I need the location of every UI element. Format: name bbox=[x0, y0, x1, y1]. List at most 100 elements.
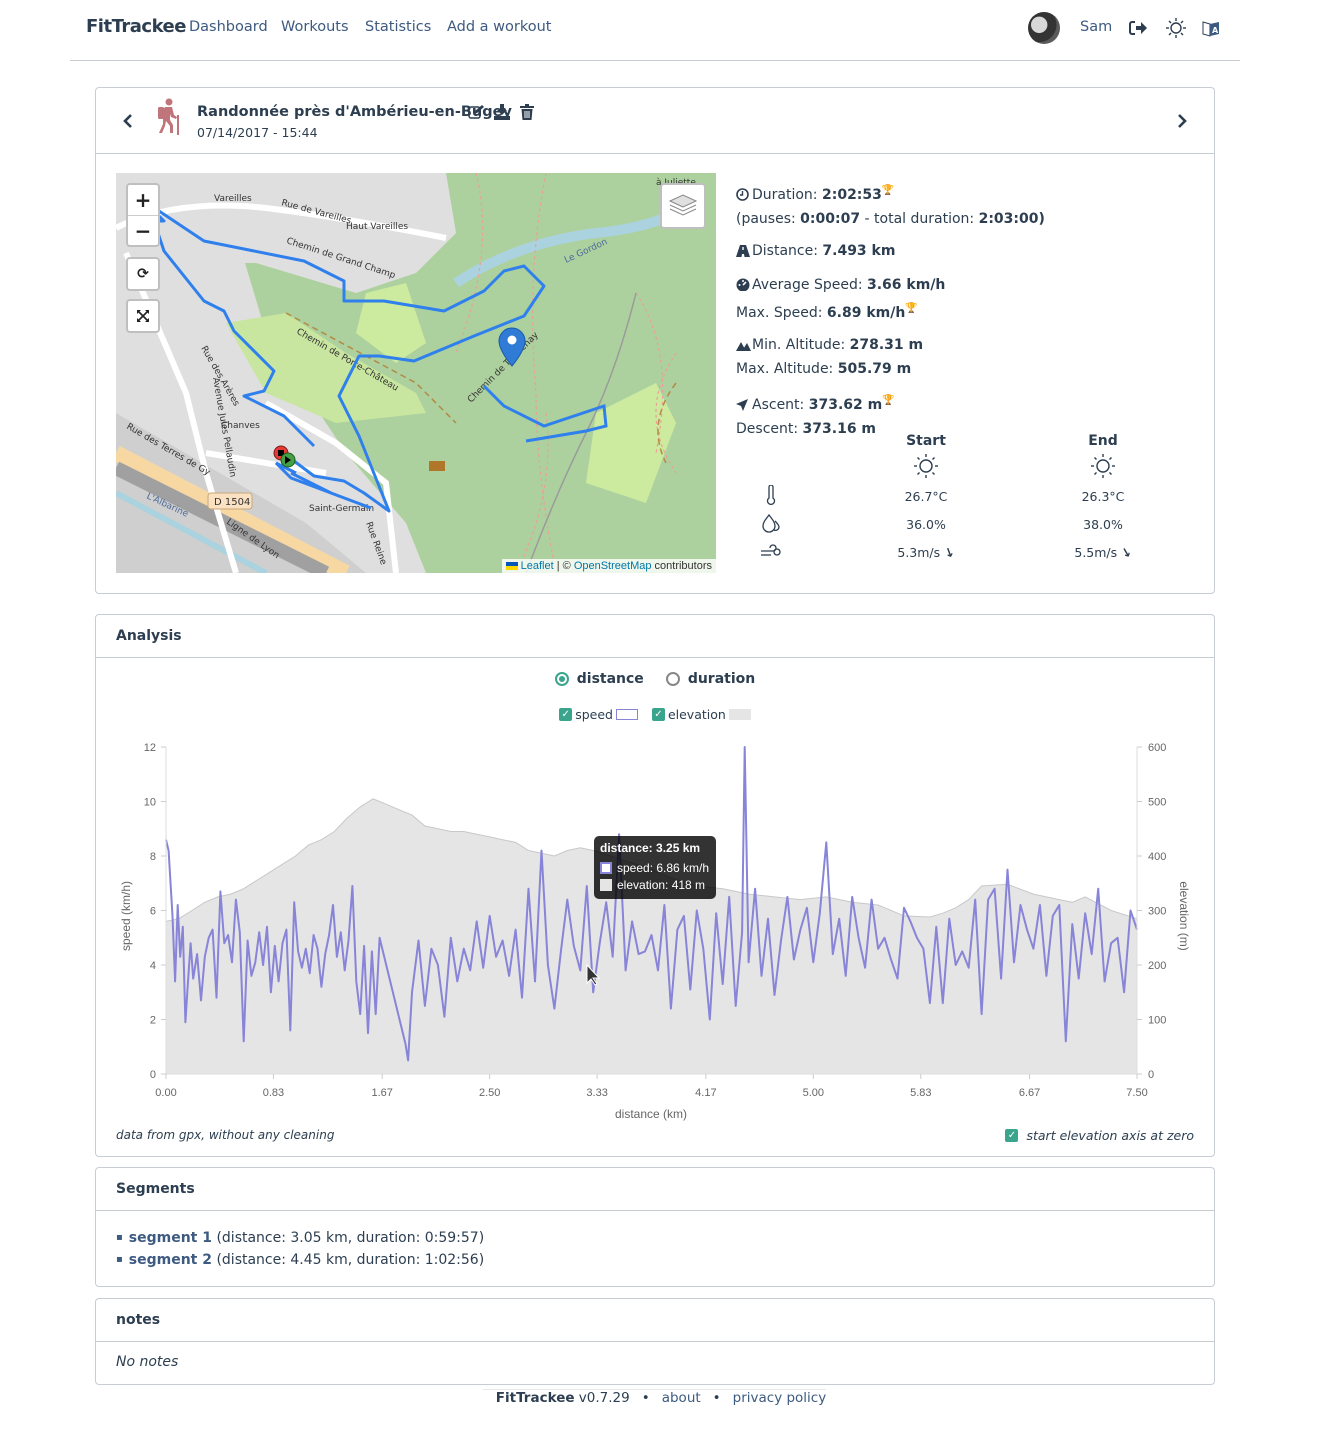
workout-title: Randonnée près d'Ambérieu-en-Bugey bbox=[197, 104, 512, 120]
footer-version: v0.7.29 bbox=[574, 1390, 630, 1406]
svg-text:D 1504: D 1504 bbox=[214, 497, 250, 508]
x-tick-label: 6.67 bbox=[1019, 1087, 1040, 1099]
fullscreen-icon[interactable] bbox=[128, 301, 158, 331]
wind-direction-icon: ↓ bbox=[1118, 543, 1135, 562]
radio-distance-label[interactable]: distance bbox=[577, 671, 644, 687]
nav-link-statistics[interactable]: Statistics bbox=[365, 19, 431, 35]
delete-icon[interactable] bbox=[520, 104, 538, 120]
ascent-label: Ascent: bbox=[752, 397, 809, 413]
y-tick-label: 4 bbox=[150, 960, 156, 972]
nav-link-dashboard[interactable]: Dashboard bbox=[189, 19, 268, 35]
map-attribution: Leaflet | © OpenStreetMap contributors bbox=[501, 559, 716, 573]
radio-duration[interactable]: duration bbox=[665, 671, 755, 687]
zoom-out-button[interactable]: − bbox=[128, 215, 158, 245]
tooltip-title: distance: 3.25 km bbox=[600, 841, 701, 855]
checkbox-checked-icon[interactable]: ✓ bbox=[559, 708, 573, 721]
road-icon bbox=[736, 242, 752, 264]
x-tick-label: 2.50 bbox=[479, 1087, 500, 1099]
radio-checked-icon[interactable] bbox=[554, 672, 569, 686]
notes-text: No notes bbox=[116, 1354, 179, 1370]
y-tick-label: 12 bbox=[144, 742, 156, 754]
logout-icon[interactable] bbox=[1128, 18, 1148, 38]
layers-icon[interactable] bbox=[660, 183, 706, 229]
stat-distance: Distance: 7.493 km bbox=[736, 240, 1045, 264]
user-name-link[interactable]: Sam bbox=[1080, 19, 1112, 35]
ascent-value: 373.62 m bbox=[808, 397, 883, 413]
legend-elevation-label[interactable]: elevation bbox=[668, 707, 726, 722]
legend-speed-toggle[interactable]: ✓ speed bbox=[559, 707, 638, 722]
total-duration-value: 2:03:00 bbox=[978, 211, 1039, 227]
chart-tooltip: distance: 3.25 km speed: 6.86 km/h eleva… bbox=[594, 836, 716, 899]
weather-end-temperature: 26.3°C bbox=[1081, 489, 1125, 504]
x-tick-label: 3.33 bbox=[586, 1087, 607, 1099]
privacy-policy-link[interactable]: privacy policy bbox=[733, 1390, 827, 1406]
radio-unchecked-icon[interactable] bbox=[665, 672, 680, 686]
x-tick-label: 0.83 bbox=[263, 1087, 284, 1099]
start-elevation-zero-toggle[interactable]: ✓ start elevation axis at zero bbox=[1005, 1128, 1194, 1143]
checkbox-checked-icon[interactable]: ✓ bbox=[1005, 1129, 1019, 1142]
avatar[interactable] bbox=[1028, 12, 1060, 44]
y2-axis-label: elevation (m) bbox=[1177, 881, 1191, 950]
stat-altitude: Min. Altitude: 278.31 m Max. Altitude: 5… bbox=[736, 334, 1045, 380]
map-reset-control: ⟳ bbox=[126, 257, 160, 291]
wind-icon bbox=[756, 543, 786, 560]
distance-label: Distance: bbox=[752, 243, 823, 259]
clear-day-icon bbox=[886, 453, 966, 482]
stat-duration: Duration: 2:02:53🏆 (pauses: 0:00:07 - to… bbox=[736, 180, 1045, 230]
radio-distance[interactable]: distance bbox=[554, 671, 644, 687]
segment-link[interactable]: segment 2 bbox=[129, 1252, 212, 1268]
attribution-contributors: contributors bbox=[651, 560, 712, 572]
y2-tick-label: 300 bbox=[1148, 906, 1166, 918]
leaflet-link[interactable]: Leaflet bbox=[521, 560, 554, 572]
descent-value: 373.16 m bbox=[802, 421, 877, 437]
map-fullscreen-control bbox=[126, 299, 160, 333]
mountain-icon bbox=[736, 336, 752, 358]
theme-sun-icon[interactable] bbox=[1166, 18, 1186, 38]
speed-elevation-chart[interactable]: 0 2 4 6 8 10 12 0 100 200 300 400 500 600 0.00 0.83 1.67… bbox=[96, 733, 1214, 1123]
svg-text:Haut Vareilles: Haut Vareilles bbox=[346, 222, 408, 232]
refresh-icon[interactable]: ⟳ bbox=[128, 259, 158, 289]
segment-detail: (distance: 3.05 km, duration: 0:59:57) bbox=[212, 1230, 485, 1246]
y-tick-label: 6 bbox=[150, 906, 156, 918]
wind-speed: 5.3m/s bbox=[897, 545, 941, 560]
openstreetmap-link[interactable]: OpenStreetMap bbox=[574, 560, 652, 572]
segment-link[interactable]: segment 1 bbox=[129, 1230, 212, 1246]
edit-icon[interactable] bbox=[468, 104, 486, 120]
about-link[interactable]: about bbox=[662, 1390, 701, 1406]
data-source-note: data from gpx, without any cleaning bbox=[116, 1128, 335, 1142]
workout-map[interactable]: Vareilles Haut Vareilles Rue de Vareille… bbox=[116, 173, 716, 573]
close-paren: ) bbox=[1038, 211, 1045, 227]
radio-duration-label[interactable]: duration bbox=[688, 671, 755, 687]
x-tick-label: 1.67 bbox=[371, 1087, 392, 1099]
trophy-icon: 🏆 bbox=[882, 395, 895, 406]
duration-label: Duration: bbox=[752, 187, 822, 203]
y2-tick-label: 400 bbox=[1148, 851, 1166, 863]
nav-link-add-workout[interactable]: Add a workout bbox=[447, 19, 552, 35]
workout-stats: Duration: 2:02:53🏆 (pauses: 0:00:07 - to… bbox=[736, 180, 1045, 450]
location-arrow-icon bbox=[736, 396, 752, 418]
app-brand[interactable]: FitTrackee bbox=[86, 16, 186, 37]
previous-workout-button[interactable] bbox=[118, 110, 138, 132]
next-workout-button[interactable] bbox=[1172, 110, 1192, 132]
humidity-icon bbox=[756, 513, 786, 536]
nav-link-workouts[interactable]: Workouts bbox=[281, 19, 349, 35]
distance-value: 7.493 km bbox=[822, 243, 896, 259]
legend-speed-label[interactable]: speed bbox=[575, 707, 613, 722]
start-elevation-zero-label[interactable]: start elevation axis at zero bbox=[1026, 1128, 1194, 1143]
legend-elevation-toggle[interactable]: ✓ elevation bbox=[651, 707, 751, 722]
segments-list: segment 1 (distance: 3.05 km, duration: … bbox=[96, 1211, 1214, 1271]
analysis-card: Analysis distance duration ✓ speed ✓ eleva… bbox=[95, 614, 1215, 1157]
x-tick-label: 5.00 bbox=[803, 1087, 824, 1099]
legend-elevation-swatch bbox=[728, 709, 751, 720]
workout-card: Randonnée près d'Ambérieu-en-Bugey 07/14… bbox=[95, 87, 1215, 594]
zoom-in-button[interactable]: + bbox=[128, 185, 158, 215]
weather-end-humidity: 38.0% bbox=[1083, 517, 1123, 532]
download-icon[interactable] bbox=[494, 104, 512, 120]
navbar: FitTrackee Dashboard Workouts Statistics… bbox=[70, 0, 1240, 61]
pauses-value: 0:00:07 bbox=[800, 211, 861, 227]
weather-start-humidity: 36.0% bbox=[906, 517, 946, 532]
checkbox-checked-icon[interactable]: ✓ bbox=[651, 708, 665, 721]
language-icon[interactable]: A bbox=[1201, 18, 1221, 38]
thermometer-icon bbox=[756, 484, 786, 508]
x-tick-label: 7.50 bbox=[1126, 1087, 1147, 1099]
